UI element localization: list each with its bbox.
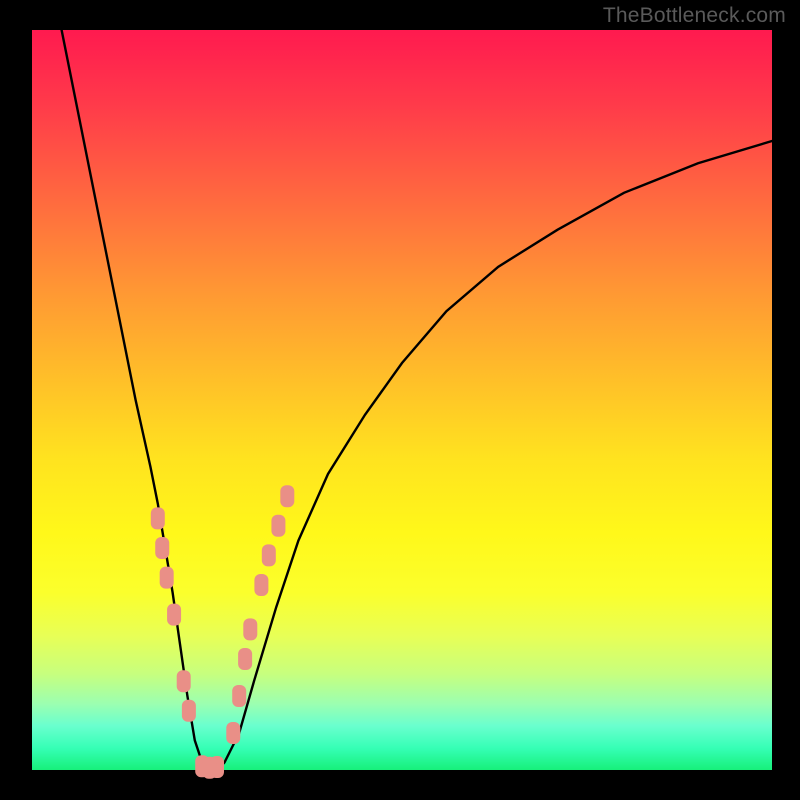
bottleneck-curve xyxy=(62,30,772,770)
curve-marker xyxy=(160,567,174,589)
curve-marker xyxy=(167,604,181,626)
curve-group xyxy=(62,30,772,770)
chart-frame: TheBottleneck.com xyxy=(0,0,800,800)
curve-marker xyxy=(280,485,294,507)
curve-marker xyxy=(238,648,252,670)
chart-overlay xyxy=(0,0,800,800)
curve-marker xyxy=(226,722,240,744)
curve-marker xyxy=(232,685,246,707)
curve-marker xyxy=(243,618,257,640)
curve-marker xyxy=(254,574,268,596)
curve-marker xyxy=(155,537,169,559)
curve-marker xyxy=(177,670,191,692)
curve-marker xyxy=(262,544,276,566)
curve-marker xyxy=(151,507,165,529)
curve-marker xyxy=(182,700,196,722)
markers-group xyxy=(151,485,294,779)
curve-marker xyxy=(271,515,285,537)
trough-marker xyxy=(199,763,221,777)
